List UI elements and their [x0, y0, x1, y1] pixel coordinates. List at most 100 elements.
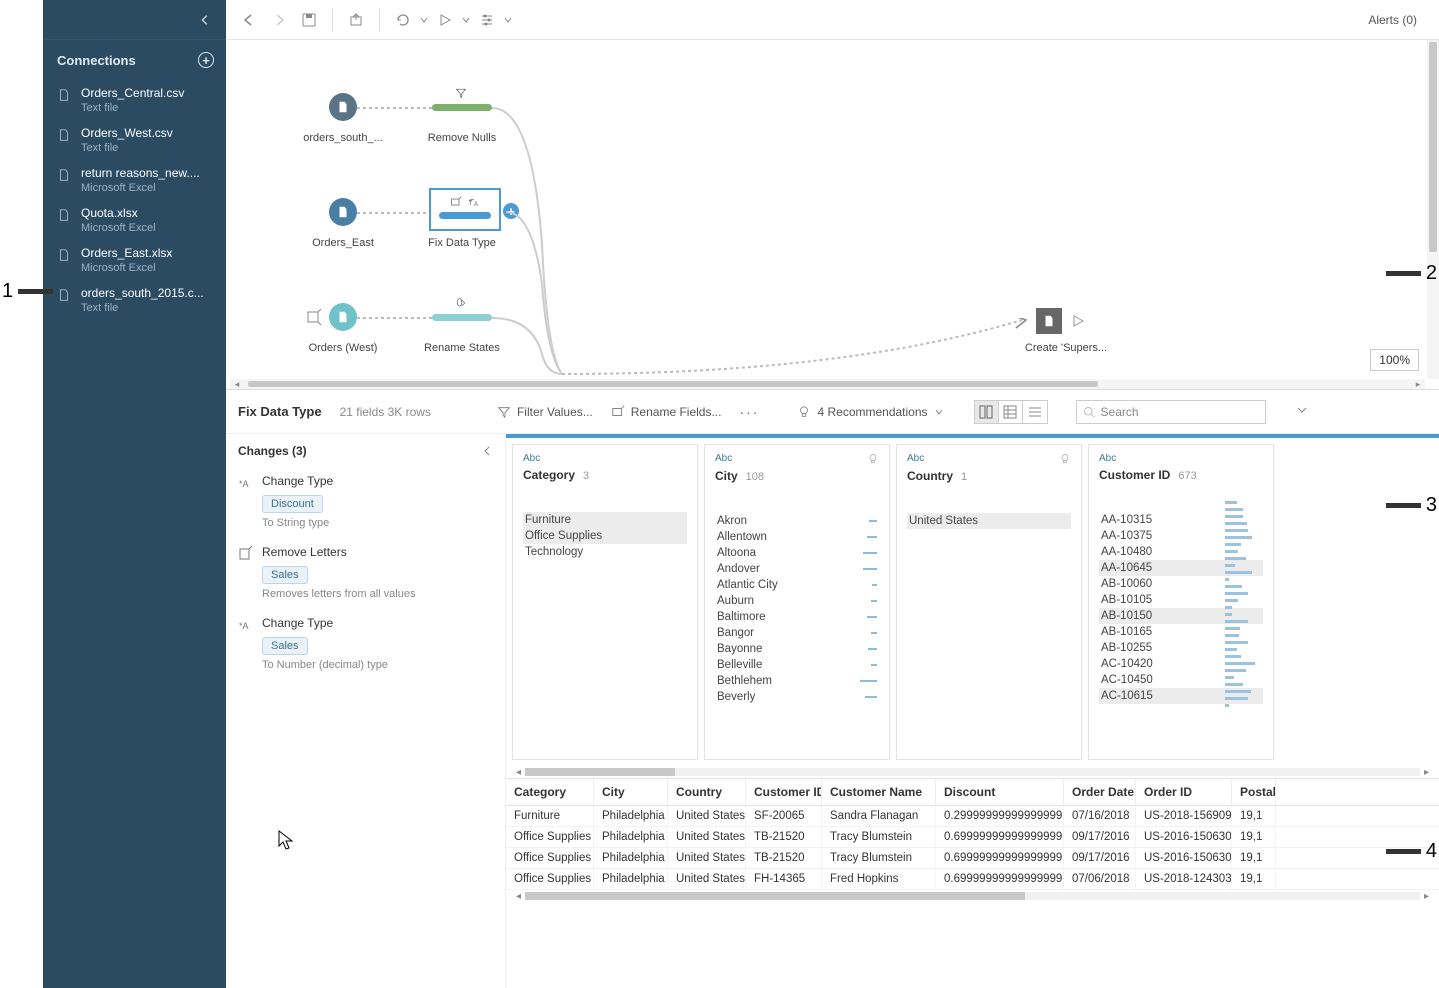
recommendations-button[interactable]: 4 Recommendations	[797, 405, 943, 419]
flow-step-remove-nulls[interactable]	[432, 104, 492, 111]
data-grid-hscrollbar[interactable]: ◂▸	[506, 890, 1439, 902]
grid-row[interactable]: Office SuppliesPhiladelphiaUnited States…	[506, 827, 1439, 848]
flow-input-node-1[interactable]	[329, 93, 357, 121]
card-value[interactable]: Akron	[715, 513, 879, 529]
run-output-icon[interactable]	[1070, 313, 1086, 329]
card-value[interactable]: Bethlehem	[715, 673, 879, 689]
grid-cell: Tracy Blumstein	[822, 827, 936, 847]
save-button[interactable]	[296, 7, 322, 33]
connection-item[interactable]: return reasons_new.... Microsoft Excel	[43, 160, 226, 200]
refresh-dropdown-icon[interactable]	[420, 16, 428, 24]
grid-row[interactable]: FurniturePhiladelphiaUnited StatesSF-200…	[506, 806, 1439, 827]
change-type-icon: *A	[238, 475, 254, 491]
search-input[interactable]: Search	[1076, 400, 1266, 424]
grid-cell: 19,1	[1232, 848, 1276, 868]
flow-horizontal-scrollbar[interactable]: ◂ ▸	[230, 379, 1425, 389]
flow-input-node-2[interactable]	[329, 198, 357, 226]
settings-dropdown-icon[interactable]	[504, 16, 512, 24]
settings-button[interactable]	[474, 7, 500, 33]
grid-row[interactable]: Office SuppliesPhiladelphiaUnited States…	[506, 869, 1439, 890]
publish-button[interactable]	[343, 7, 369, 33]
connection-item[interactable]: Orders_West.csv Text file	[43, 120, 226, 160]
change-item[interactable]: *A Change Type Sales To Number (decimal)…	[226, 610, 505, 681]
view-grid-button[interactable]	[1023, 401, 1047, 423]
run-button[interactable]	[432, 7, 458, 33]
card-value[interactable]: Bangor	[715, 625, 879, 641]
distribution-bars	[1225, 501, 1257, 711]
rename-fields-button[interactable]: Rename Fields...	[611, 405, 722, 419]
flow-step-fix-data-type[interactable]: A	[429, 188, 501, 231]
change-item[interactable]: *A Change Type Discount To String type	[226, 468, 505, 539]
refresh-button[interactable]	[390, 7, 416, 33]
connection-item[interactable]: Orders_East.xlsx Microsoft Excel	[43, 240, 226, 280]
card-value[interactable]: Baltimore	[715, 609, 879, 625]
grid-row[interactable]: Office SuppliesPhiladelphiaUnited States…	[506, 848, 1439, 869]
card-value[interactable]: Bayonne	[715, 641, 879, 657]
annotation-2: 2	[1381, 262, 1437, 285]
view-profile-button[interactable]	[975, 401, 999, 423]
profile-card[interactable]: Abc Customer ID 673 AA-10315AA-10375AA-1…	[1088, 444, 1274, 760]
card-value[interactable]: Auburn	[715, 593, 879, 609]
connection-item[interactable]: orders_south_2015.c... Text file	[43, 280, 226, 320]
grid-cell: Furniture	[506, 806, 594, 826]
profile-card[interactable]: Abc Category 3 FurnitureOffice SuppliesT…	[512, 444, 698, 760]
grid-column-header[interactable]: Order Date	[1064, 779, 1136, 805]
card-value[interactable]: Furniture	[523, 512, 687, 528]
grid-column-header[interactable]: Customer Name	[822, 779, 936, 805]
card-value[interactable]: Office Supplies	[523, 528, 687, 544]
more-options-button[interactable]: ···	[739, 404, 759, 420]
connection-type: Microsoft Excel	[81, 262, 216, 274]
card-value[interactable]: Altoona	[715, 545, 879, 561]
grid-cell: Tracy Blumstein	[822, 848, 936, 868]
collapse-profile-button[interactable]	[1296, 404, 1308, 419]
flow-step-rename-states[interactable]	[432, 314, 492, 321]
main: Alerts (0) orders_south_... Remove Nulls…	[226, 0, 1439, 988]
field-name: City	[715, 469, 738, 483]
grid-cell: 09/17/2016	[1064, 827, 1136, 847]
grid-column-header[interactable]: Category	[506, 779, 594, 805]
card-value[interactable]: Allentown	[715, 529, 879, 545]
change-type-icon	[238, 546, 254, 562]
connection-item[interactable]: Orders_Central.csv Text file	[43, 80, 226, 120]
card-value[interactable]: Andover	[715, 561, 879, 577]
profile-cards-scrollbar[interactable]: ◂▸	[506, 766, 1439, 778]
add-connection-button[interactable]: +	[198, 52, 214, 68]
card-value[interactable]: Belleville	[715, 657, 879, 673]
collapse-changes-icon[interactable]	[481, 445, 493, 457]
flow-node-label-2: Orders_East	[312, 237, 374, 249]
alerts-label[interactable]: Alerts (0)	[1368, 13, 1429, 27]
back-button[interactable]	[236, 7, 262, 33]
flow-input-node-3[interactable]	[329, 303, 357, 331]
grid-column-header[interactable]: Order ID	[1136, 779, 1232, 805]
card-value[interactable]: Technology	[523, 544, 687, 560]
change-description: To String type	[262, 517, 493, 529]
grid-column-header[interactable]: Postal	[1232, 779, 1276, 805]
run-dropdown-icon[interactable]	[462, 16, 470, 24]
filter-values-button[interactable]: Filter Values...	[497, 405, 593, 419]
profile-card[interactable]: Abc City 108 AkronAllentownAltoonaAndove…	[704, 444, 890, 760]
grid-cell: United States	[668, 869, 746, 889]
grid-column-header[interactable]: City	[594, 779, 668, 805]
file-icon	[57, 128, 71, 142]
collapse-sidebar-icon[interactable]	[198, 13, 212, 27]
flow-output-node[interactable]	[1036, 308, 1062, 334]
flow-vertical-scrollbar[interactable]	[1427, 40, 1439, 379]
card-value[interactable]: Beverly	[715, 689, 879, 705]
view-list-button[interactable]	[999, 401, 1023, 423]
flow-pane[interactable]: orders_south_... Remove Nulls A + Orders…	[226, 40, 1439, 390]
change-item[interactable]: Remove Letters Sales Removes letters fro…	[226, 539, 505, 610]
card-value[interactable]: Atlantic City	[715, 577, 879, 593]
profile-card[interactable]: Abc Country 1 United States	[896, 444, 1082, 760]
connection-item[interactable]: Quota.xlsx Microsoft Excel	[43, 200, 226, 240]
grid-column-header[interactable]: Customer ID	[746, 779, 822, 805]
lightbulb-icon[interactable]	[867, 453, 879, 465]
field-value-count: 673	[1178, 470, 1196, 482]
lightbulb-icon[interactable]	[1059, 453, 1071, 465]
connections-header: Connections +	[43, 40, 226, 80]
forward-button[interactable]	[266, 7, 292, 33]
grid-column-header[interactable]: Discount	[936, 779, 1064, 805]
zoom-level[interactable]: 100%	[1370, 349, 1419, 371]
view-toggle	[974, 400, 1048, 424]
card-value[interactable]: United States	[907, 513, 1071, 529]
grid-column-header[interactable]: Country	[668, 779, 746, 805]
